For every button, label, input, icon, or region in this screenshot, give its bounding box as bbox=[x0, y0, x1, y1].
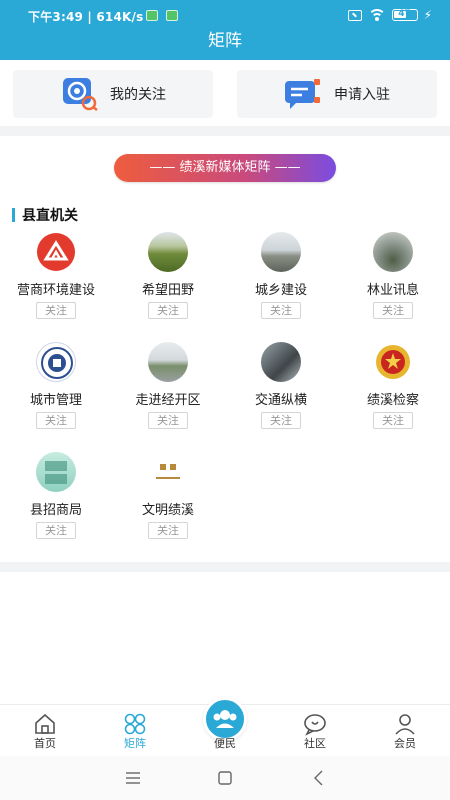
account-name: 希望田野 bbox=[141, 283, 194, 298]
follow-button[interactable]: 关注 bbox=[148, 522, 188, 539]
back-icon[interactable] bbox=[309, 768, 329, 788]
community-chat-icon bbox=[303, 712, 327, 736]
field-photo bbox=[148, 232, 188, 272]
tab-label: 便民 bbox=[214, 737, 236, 750]
account-item[interactable]: 交通纵横 关注 bbox=[225, 342, 337, 442]
procuratorate-emblem-icon bbox=[373, 342, 413, 382]
account-name: 城乡建设 bbox=[254, 283, 307, 298]
tab-matrix[interactable]: 矩阵 bbox=[90, 705, 180, 757]
follow-button[interactable]: 关注 bbox=[261, 412, 301, 429]
status-time: 下午3:49 | 614K/s bbox=[28, 10, 144, 24]
follow-button[interactable]: 关注 bbox=[373, 302, 413, 319]
investment-logo-icon bbox=[36, 452, 76, 492]
system-nav-bar bbox=[0, 756, 450, 800]
battery-level: 47 bbox=[398, 9, 411, 19]
business-logo-icon bbox=[36, 232, 76, 272]
section-accent-bar bbox=[12, 208, 15, 222]
account-item[interactable]: 绩溪检察 关注 bbox=[337, 342, 449, 442]
notification-icon bbox=[146, 10, 158, 21]
account-item[interactable]: 走进经开区 关注 bbox=[112, 342, 224, 442]
account-name: 交通纵横 bbox=[254, 393, 307, 408]
account-name: 城市管理 bbox=[29, 393, 82, 408]
my-follows-button[interactable]: 我的关注 bbox=[13, 70, 213, 118]
follow-button[interactable]: 关注 bbox=[261, 302, 301, 319]
apply-join-label: 申请入驻 bbox=[334, 87, 390, 103]
account-name: 文明绩溪 bbox=[141, 503, 194, 518]
home-icon bbox=[33, 712, 57, 736]
battery-icon: 47 bbox=[391, 9, 418, 21]
follow-button[interactable]: 关注 bbox=[148, 302, 188, 319]
section-title: 县直机关 bbox=[12, 205, 78, 225]
matrix-icon bbox=[123, 712, 147, 736]
follow-button[interactable]: 关注 bbox=[36, 412, 76, 429]
status-icons: 47 ⚡ bbox=[347, 8, 432, 22]
account-name: 营商环境建设 bbox=[16, 283, 95, 298]
account-item[interactable]: 城乡建设 关注 bbox=[225, 232, 337, 332]
account-item[interactable]: 林业讯息 关注 bbox=[337, 232, 449, 332]
status-bar: 下午3:49 | 614K/s 47 ⚡ bbox=[0, 0, 450, 30]
tab-community[interactable]: 社区 bbox=[270, 705, 360, 757]
tab-label: 首页 bbox=[34, 737, 56, 750]
user-icon bbox=[393, 712, 417, 736]
home-square-icon[interactable] bbox=[215, 768, 235, 788]
notification-icon bbox=[166, 10, 178, 21]
charging-icon: ⚡ bbox=[423, 8, 432, 22]
follow-button[interactable]: 关注 bbox=[36, 302, 76, 319]
account-item[interactable]: 营商环境建设 关注 bbox=[0, 232, 112, 332]
tab-member[interactable]: 会员 bbox=[360, 705, 450, 757]
account-item[interactable]: 希望田野 关注 bbox=[112, 232, 224, 332]
no-sim-icon bbox=[347, 9, 362, 21]
follow-button[interactable]: 关注 bbox=[373, 412, 413, 429]
section-title-text: 县直机关 bbox=[22, 208, 78, 224]
page-title: 矩阵 bbox=[208, 31, 242, 51]
account-item[interactable]: 城市管理 关注 bbox=[0, 342, 112, 442]
media-matrix-banner: —— 绩溪新媒体矩阵 —— bbox=[114, 154, 336, 182]
highway-photo bbox=[261, 342, 301, 382]
account-name: 绩溪检察 bbox=[366, 393, 419, 408]
wifi-icon bbox=[367, 8, 386, 22]
divider bbox=[0, 126, 450, 136]
city-emblem-icon bbox=[36, 342, 76, 382]
my-follows-label: 我的关注 bbox=[110, 87, 166, 103]
follow-button[interactable]: 关注 bbox=[36, 522, 76, 539]
account-name: 县招商局 bbox=[29, 503, 82, 518]
account-item[interactable]: 县招商局 关注 bbox=[0, 452, 112, 552]
account-name: 林业讯息 bbox=[366, 283, 419, 298]
account-name: 走进经开区 bbox=[135, 393, 201, 408]
app-header: 下午3:49 | 614K/s 47 ⚡ 矩阵 bbox=[0, 0, 450, 60]
account-item[interactable]: 文明绩溪 关注 bbox=[112, 452, 224, 552]
street-photo bbox=[148, 342, 188, 382]
tab-label: 会员 bbox=[394, 737, 416, 750]
bottom-tab-bar: 首页 矩阵 便民 社区 会员 bbox=[0, 697, 450, 757]
target-search-icon bbox=[60, 77, 98, 111]
tab-label: 社区 bbox=[304, 737, 326, 750]
quick-actions: 我的关注 申请入驻 bbox=[0, 60, 450, 126]
tab-label: 矩阵 bbox=[124, 737, 146, 750]
tab-home[interactable]: 首页 bbox=[0, 705, 90, 757]
tab-convenience[interactable]: 便民 bbox=[180, 697, 270, 757]
apply-join-button[interactable]: 申请入驻 bbox=[237, 70, 437, 118]
forest-photo bbox=[373, 232, 413, 272]
menu-icon[interactable] bbox=[123, 768, 143, 788]
divider bbox=[0, 562, 450, 572]
road-photo bbox=[261, 232, 301, 272]
follow-button[interactable]: 关注 bbox=[148, 412, 188, 429]
chat-apply-icon bbox=[284, 77, 322, 111]
civilization-logo-icon bbox=[148, 452, 188, 492]
